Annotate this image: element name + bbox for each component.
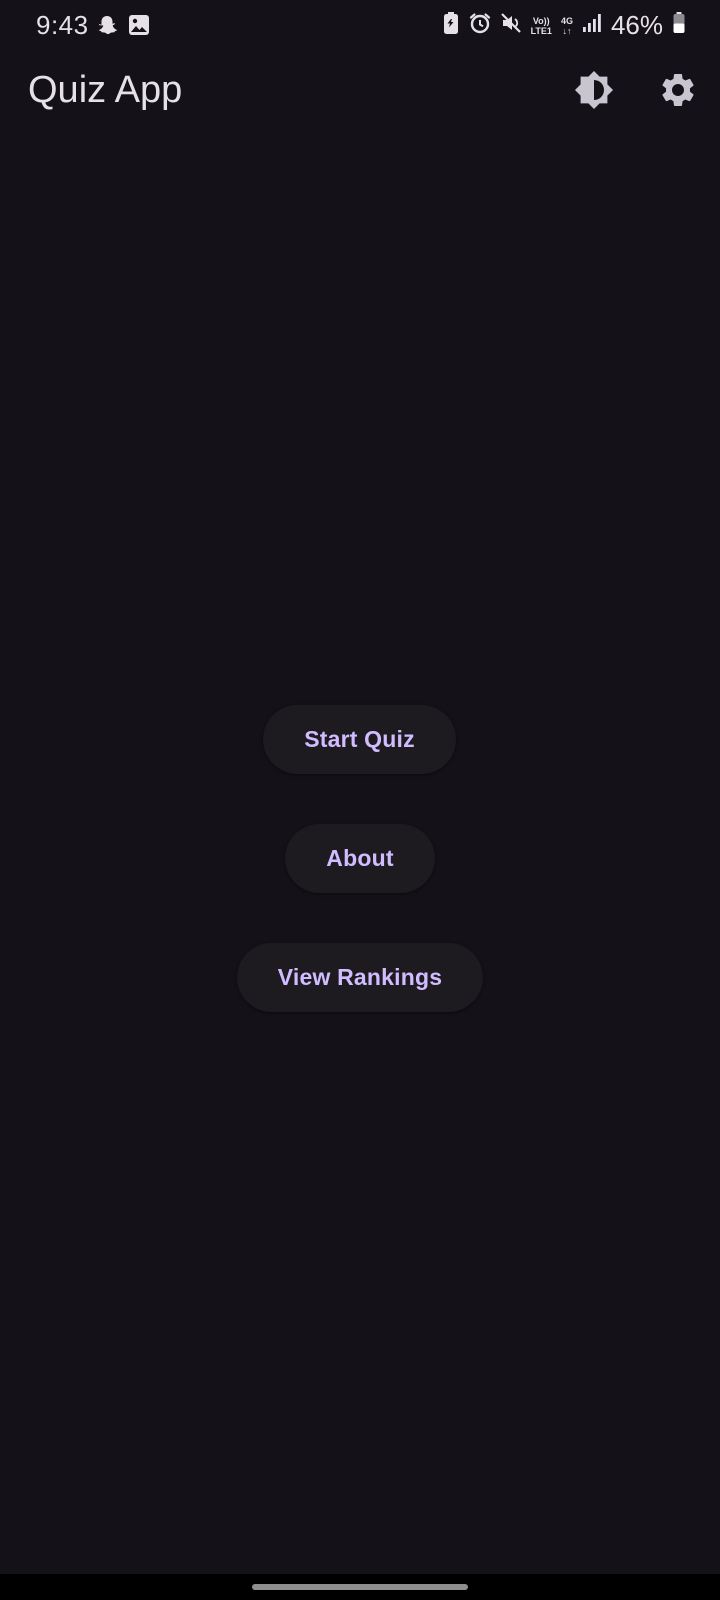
network-generation-label: 4G (560, 15, 573, 26)
data-arrows-icon: ↓↑ (562, 25, 572, 36)
volte-bottom-label: LTE1 (530, 25, 552, 36)
signal-icon (582, 12, 602, 39)
gear-icon (658, 70, 698, 115)
about-button[interactable]: About (285, 824, 435, 893)
battery-saver-icon (442, 11, 460, 40)
home-gesture-handle[interactable] (252, 1584, 468, 1590)
mute-icon (500, 12, 522, 39)
network-type-indicator: 4G ↓↑ (561, 16, 573, 36)
battery-icon (672, 11, 686, 40)
volte-indicator: Vo)) LTE1 (531, 16, 552, 36)
view-rankings-button[interactable]: View Rankings (237, 943, 483, 1012)
theme-toggle-button[interactable] (570, 68, 618, 116)
start-quiz-button[interactable]: Start Quiz (263, 705, 456, 774)
settings-button[interactable] (654, 68, 702, 116)
app-bar: Quiz App (0, 52, 720, 132)
snapchat-icon (96, 14, 118, 43)
status-time: 9:43 (36, 10, 89, 40)
status-bar: 9:43 Vo)) LTE1 4G ↓↑ 46% (0, 0, 720, 52)
status-system-icons: Vo)) LTE1 4G ↓↑ 46% (442, 10, 686, 41)
alarm-icon (469, 12, 491, 39)
status-notification-icons (96, 14, 150, 43)
app-title: Quiz App (28, 69, 183, 111)
volte-top-label: Vo)) (532, 15, 550, 26)
brightness-icon (573, 69, 615, 116)
battery-percent: 46% (610, 10, 663, 40)
gallery-icon (128, 14, 150, 43)
navigation-bar (0, 1574, 720, 1600)
